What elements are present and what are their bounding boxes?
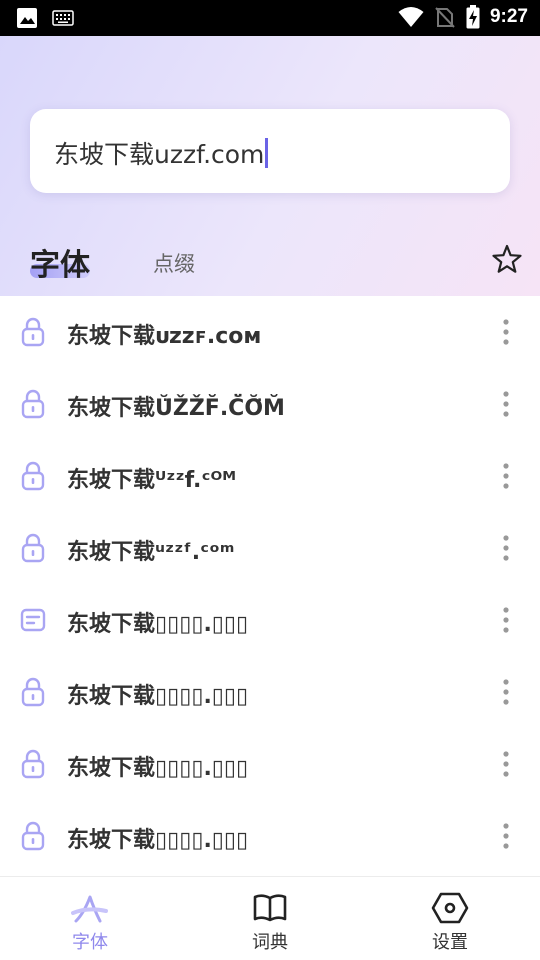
list-item[interactable]: 东坡下载▯▯▯▯.▯▯▯	[0, 584, 540, 656]
lock-icon	[21, 677, 45, 707]
list-item[interactable]: 东坡下载Ŭ̈Ž̈Ž̈F̆.C̆̈Ŏ̈M̆	[0, 368, 540, 440]
nav-item-settings[interactable]: 设置	[360, 877, 540, 960]
font-sample: 东坡下载▯▯▯▯.▯▯▯	[67, 756, 249, 781]
font-sample: 东坡下载▯▯▯▯.▯▯▯	[67, 828, 249, 853]
font-sample: 东坡下载▯▯▯▯.▯▯▯	[67, 684, 249, 709]
keyboard-icon	[52, 10, 74, 26]
lock-icon	[21, 749, 45, 779]
nav-label-dictionary: 词典	[252, 932, 288, 953]
lock-icon	[21, 461, 45, 491]
battery-charging-icon	[466, 5, 480, 29]
lock-icon	[21, 533, 45, 563]
nav-label-settings: 设置	[432, 932, 468, 953]
more-vertical-icon[interactable]	[494, 820, 518, 852]
lock-icon	[21, 389, 45, 419]
search-value: 东坡下载uzzf.com	[54, 140, 265, 169]
note-icon	[20, 608, 46, 632]
more-vertical-icon[interactable]	[494, 748, 518, 780]
font-sample: 东坡下载Ŭ̈Ž̈Ž̈F̆.C̆̈Ŏ̈M̆	[67, 396, 285, 421]
book-icon	[253, 894, 287, 922]
font-sample: 东坡下载ᴜᴢᴢꜰ.ᴄᴏᴍ	[67, 324, 262, 349]
status-time: 9:27	[489, 6, 528, 27]
list-item[interactable]: 东坡下载ᵘᶻᶻᶠ.ᶜᵒᵐ	[0, 512, 540, 584]
wifi-icon	[398, 7, 424, 27]
font-sample: 东坡下载ᵘᶻᶻᶠ.ᶜᵒᵐ	[67, 540, 235, 565]
font-sample: 东坡下载ᵁᶻᶻf.ᶜᴼᴹ	[67, 468, 237, 493]
status-right-icons: 9:27	[398, 5, 528, 29]
more-vertical-icon[interactable]	[494, 676, 518, 708]
more-vertical-icon[interactable]	[494, 532, 518, 564]
font-a-icon	[71, 895, 108, 923]
text-caret	[265, 138, 269, 168]
bottom-navigation: 字体 词典 设置	[0, 876, 540, 960]
tab-font[interactable]: 字体	[30, 240, 90, 284]
search-input[interactable]: 东坡下载uzzf.com	[30, 109, 510, 193]
font-sample: 东坡下载▯▯▯▯.▯▯▯	[67, 612, 249, 637]
more-vertical-icon[interactable]	[494, 604, 518, 636]
tab-decor[interactable]: 点缀	[153, 248, 195, 278]
status-bar: 9:27	[0, 0, 540, 36]
list-item[interactable]: 东坡下载▯▯▯▯.▯▯▯	[0, 656, 540, 728]
list-item[interactable]: 东坡下载▯▯▯▯.▯▯▯	[0, 800, 540, 872]
more-vertical-icon[interactable]	[494, 460, 518, 492]
status-left-icons	[16, 7, 74, 29]
settings-hexagon-icon	[431, 892, 469, 924]
favorite-star-icon[interactable]	[490, 243, 524, 277]
search-input-text[interactable]: 东坡下载uzzf.com	[54, 135, 269, 171]
list-item[interactable]: 东坡下载ᴜᴢᴢꜰ.ᴄᴏᴍ	[0, 296, 540, 368]
image-icon	[17, 8, 37, 28]
font-style-list: 东坡下载ᴜᴢᴢꜰ.ᴄᴏᴍ 东坡下载Ŭ̈Ž̈Ž̈F̆.C̆̈Ŏ̈M̆ 东坡下载ᵁᶻ…	[0, 296, 540, 872]
more-vertical-icon[interactable]	[494, 388, 518, 420]
list-item[interactable]: 东坡下载ᵁᶻᶻf.ᶜᴼᴹ	[0, 440, 540, 512]
nav-item-font[interactable]: 字体	[0, 877, 180, 960]
more-vertical-icon[interactable]	[494, 316, 518, 348]
nav-label-font: 字体	[72, 932, 108, 953]
lock-icon	[21, 317, 45, 347]
lock-icon	[21, 821, 45, 851]
nav-item-dictionary[interactable]: 词典	[180, 877, 360, 960]
list-item[interactable]: 东坡下载▯▯▯▯.▯▯▯	[0, 728, 540, 800]
no-sim-icon	[435, 7, 455, 28]
